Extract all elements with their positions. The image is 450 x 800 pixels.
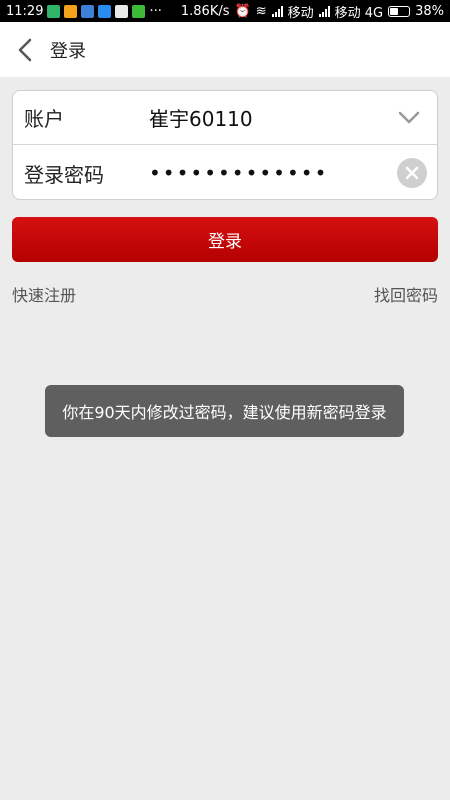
- toast-message: 你在90天内修改过密码，建议使用新密码登录: [45, 385, 404, 437]
- password-row: 登录密码 •••••••••••••: [13, 146, 437, 200]
- signal-icon: [318, 5, 330, 17]
- page-title: 登录: [50, 40, 86, 62]
- calendar-app-icon: [115, 4, 129, 18]
- more-icon: ···: [149, 3, 162, 19]
- photo-app-icon: [81, 4, 95, 18]
- account-row: 账户 崔宇60110: [13, 91, 437, 145]
- browser-app-icon: [98, 4, 112, 18]
- header-bar: 登录: [0, 22, 450, 77]
- wifi-icon: ≋: [255, 3, 267, 19]
- close-icon: [405, 166, 419, 180]
- account-label: 账户: [24, 107, 64, 131]
- status-time: 11:29: [6, 3, 44, 19]
- chevron-down-icon: [398, 111, 420, 123]
- clear-password-button[interactable]: [397, 158, 427, 188]
- battery-level: 38%: [415, 3, 444, 19]
- alarm-icon: ⏰: [234, 3, 251, 19]
- calendar-app-icon: [64, 4, 78, 18]
- login-button[interactable]: 登录: [12, 217, 438, 262]
- quick-register-link[interactable]: 快速注册: [12, 282, 76, 306]
- back-button[interactable]: [0, 22, 50, 77]
- signal-icon: [271, 5, 283, 17]
- status-bar: 11:29 ··· 1.86K/s ⏰ ≋ 移动 移动 4G 38%: [0, 0, 450, 22]
- carrier-label-2: 移动 4G: [334, 5, 384, 21]
- network-speed: 1.86K/s: [180, 3, 230, 19]
- password-field[interactable]: •••••••••••••: [149, 161, 397, 185]
- recover-password-link[interactable]: 找回密码: [374, 282, 438, 306]
- chevron-left-icon: [18, 38, 32, 61]
- battery-icon: [388, 5, 411, 17]
- password-label: 登录密码: [24, 162, 104, 187]
- account-field[interactable]: 崔宇60110: [149, 103, 381, 132]
- carrier-label-1: 移动: [287, 5, 314, 21]
- login-form: 账户 崔宇60110 登录密码 •••••••••••••: [12, 90, 438, 200]
- shield-app-icon: [47, 4, 61, 18]
- account-dropdown-button[interactable]: [381, 91, 437, 145]
- wechat-icon: [132, 4, 146, 18]
